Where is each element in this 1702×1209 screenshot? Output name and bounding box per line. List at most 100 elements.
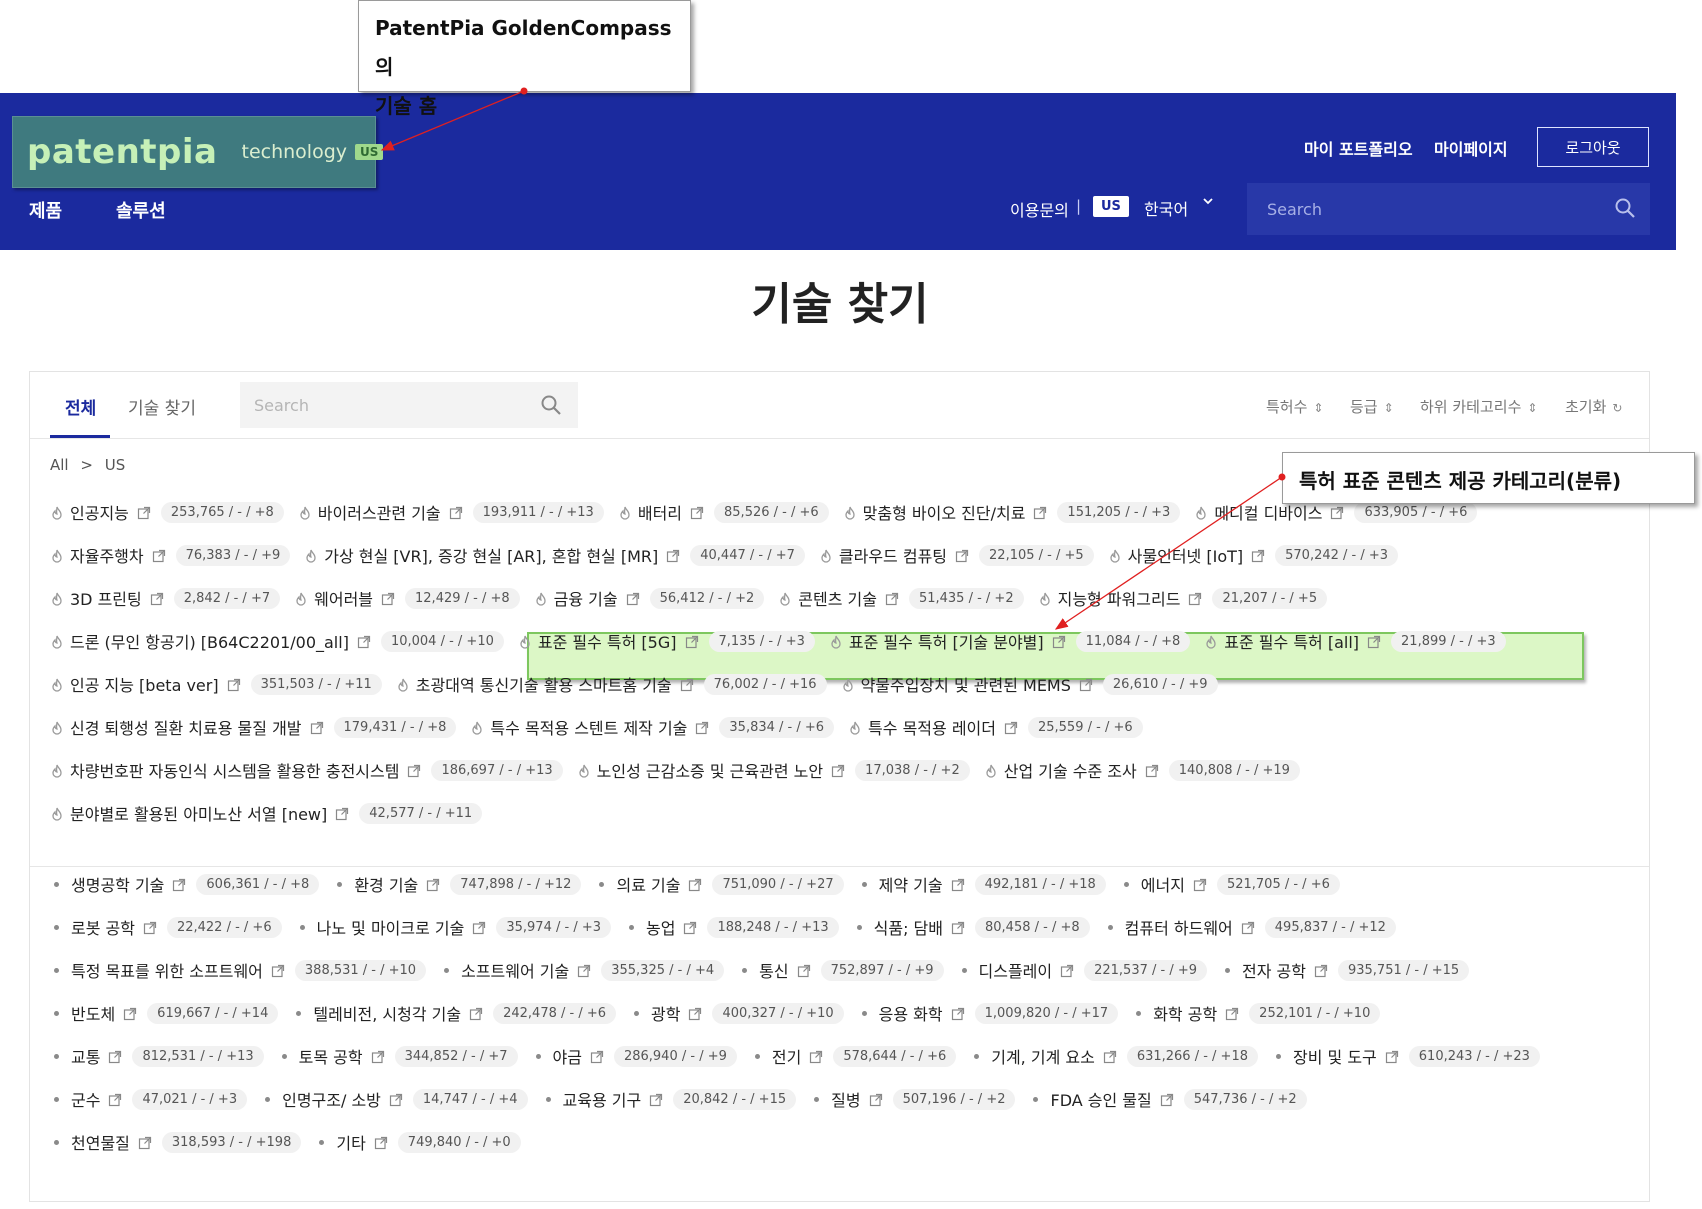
- external-link-icon[interactable]: [374, 1135, 388, 1150]
- external-link-icon[interactable]: [1330, 505, 1344, 520]
- external-link-icon[interactable]: [1385, 1049, 1399, 1064]
- category-item[interactable]: 기계, 기계 요소 631,266 / - / +18: [970, 1044, 1258, 1068]
- external-link-icon[interactable]: [143, 920, 157, 935]
- featured-item[interactable]: 표준 필수 특허 [기술 분야별] 11,084 / - / +8: [829, 629, 1191, 653]
- item-name[interactable]: 질병: [831, 1087, 860, 1111]
- item-name[interactable]: 컴퓨터 하드웨어: [1125, 915, 1233, 939]
- external-link-icon[interactable]: [472, 920, 486, 935]
- external-link-icon[interactable]: [137, 505, 151, 520]
- category-item[interactable]: 컴퓨터 하드웨어 495,837 / - / +12: [1104, 915, 1396, 939]
- item-name[interactable]: 장비 및 도구: [1293, 1044, 1377, 1068]
- featured-item[interactable]: 인공 지능 [beta ver] 351,503 / - / +11: [50, 672, 382, 696]
- external-link-icon[interactable]: [227, 677, 241, 692]
- external-link-icon[interactable]: [869, 1092, 883, 1107]
- sort-grade[interactable]: 등급 ⇕: [1350, 396, 1394, 417]
- item-name[interactable]: 표준 필수 특허 [all]: [1224, 629, 1359, 653]
- external-link-icon[interactable]: [809, 1049, 823, 1064]
- featured-item[interactable]: 특수 목적용 스텐트 제작 기술 35,834 / - / +6: [470, 715, 835, 739]
- external-link-icon[interactable]: [389, 1092, 403, 1107]
- item-name[interactable]: 차량번호판 자동인식 시스템을 활용한 충전시스템: [70, 758, 399, 782]
- search-icon[interactable]: [540, 394, 562, 420]
- featured-item[interactable]: 금융 기술 56,412 / - / +2: [534, 586, 765, 610]
- item-name[interactable]: 콘텐츠 기술: [798, 586, 877, 610]
- item-name[interactable]: 사물인터넷 [IoT]: [1128, 543, 1243, 567]
- item-name[interactable]: 광학: [651, 1001, 680, 1025]
- language-select[interactable]: 한국어: [1144, 196, 1188, 220]
- external-link-icon[interactable]: [680, 677, 694, 692]
- category-item[interactable]: 인명구조/ 소방 14,747 / - / +4: [261, 1087, 528, 1111]
- item-name[interactable]: 디스플레이: [979, 958, 1053, 982]
- item-name[interactable]: FDA 승인 물질: [1050, 1087, 1151, 1111]
- item-name[interactable]: 로봇 공학: [71, 915, 135, 939]
- item-name[interactable]: 웨어러블: [314, 586, 373, 610]
- my-page-link[interactable]: 마이페이지: [1434, 136, 1508, 160]
- item-name[interactable]: 인공 지능 [beta ver]: [70, 672, 219, 696]
- featured-item[interactable]: 웨어러블 12,429 / - / +8: [294, 586, 520, 610]
- external-link-icon[interactable]: [1004, 720, 1018, 735]
- chevron-down-icon[interactable]: [1202, 195, 1214, 210]
- category-item[interactable]: 생명공학 기술 606,361 / - / +8: [50, 872, 320, 896]
- featured-item[interactable]: 3D 프린팅 2,842 / - / +7: [50, 586, 281, 610]
- item-name[interactable]: 지능형 파워그리드: [1058, 586, 1181, 610]
- category-item[interactable]: 질병 507,196 / - / +2: [810, 1087, 1016, 1111]
- featured-item[interactable]: 표준 필수 특허 [all] 21,899 / - / +3: [1204, 629, 1506, 653]
- external-link-icon[interactable]: [150, 591, 164, 606]
- external-link-icon[interactable]: [1314, 963, 1328, 978]
- featured-item[interactable]: 인공지능 253,765 / - / +8: [50, 500, 284, 524]
- item-name[interactable]: 군수: [71, 1087, 100, 1111]
- category-item[interactable]: 전기 578,644 / - / +6: [751, 1044, 957, 1068]
- external-link-icon[interactable]: [690, 505, 704, 520]
- logout-button[interactable]: 로그아웃: [1537, 127, 1649, 167]
- external-link-icon[interactable]: [685, 634, 699, 649]
- external-link-icon[interactable]: [577, 963, 591, 978]
- sort-patent-count[interactable]: 특허수 ⇕: [1266, 396, 1323, 417]
- category-item[interactable]: FDA 승인 물질 547,736 / - / +2: [1029, 1087, 1307, 1111]
- external-link-icon[interactable]: [271, 963, 285, 978]
- panel-search[interactable]: [240, 382, 578, 428]
- category-item[interactable]: 광학 400,327 / - / +10: [630, 1001, 844, 1025]
- external-link-icon[interactable]: [1241, 920, 1255, 935]
- external-link-icon[interactable]: [666, 548, 680, 563]
- external-link-icon[interactable]: [1251, 548, 1265, 563]
- item-name[interactable]: 산업 기술 수준 조사: [1004, 758, 1137, 782]
- item-name[interactable]: 특수 목적용 레이더: [868, 715, 996, 739]
- external-link-icon[interactable]: [1225, 1006, 1239, 1021]
- external-link-icon[interactable]: [469, 1006, 483, 1021]
- item-name[interactable]: 인명구조/ 소방: [282, 1087, 381, 1111]
- external-link-icon[interactable]: [357, 634, 371, 649]
- item-name[interactable]: 표준 필수 특허 [5G]: [538, 629, 677, 653]
- featured-item[interactable]: 분야별로 활용된 아미노산 서열 [new] 42,577 / - / +11: [50, 801, 483, 825]
- external-link-icon[interactable]: [1033, 505, 1047, 520]
- contact-link[interactable]: 이용문의: [1010, 197, 1069, 221]
- external-link-icon[interactable]: [138, 1135, 152, 1150]
- featured-item[interactable]: 산업 기술 수준 조사 140,808 / - / +19: [984, 758, 1300, 782]
- category-item[interactable]: 디스플레이 221,537 / - / +9: [958, 958, 1208, 982]
- item-name[interactable]: 클라우드 컴퓨팅: [839, 543, 947, 567]
- external-link-icon[interactable]: [885, 591, 899, 606]
- category-item[interactable]: 에너지 521,705 / - / +6: [1120, 872, 1340, 896]
- breadcrumb-us[interactable]: US: [105, 456, 126, 474]
- featured-item[interactable]: 특수 목적용 레이더 25,559 / - / +6: [848, 715, 1143, 739]
- item-name[interactable]: 전기: [772, 1044, 801, 1068]
- item-name[interactable]: 천연물질: [71, 1130, 130, 1154]
- external-link-icon[interactable]: [797, 963, 811, 978]
- item-name[interactable]: 신경 퇴행성 질환 치료용 물질 개발: [70, 715, 302, 739]
- featured-item[interactable]: 지능형 파워그리드 21,207 / - / +5: [1038, 586, 1328, 610]
- category-item[interactable]: 야금 286,940 / - / +9: [532, 1044, 737, 1068]
- featured-item[interactable]: 바이러스관련 기술 193,911 / - / +13: [298, 500, 604, 524]
- item-name[interactable]: 분야별로 활용된 아미노산 서열 [new]: [70, 801, 327, 825]
- item-name[interactable]: 응용 화학: [879, 1001, 943, 1025]
- external-link-icon[interactable]: [1103, 1049, 1117, 1064]
- item-name[interactable]: 식품; 담배: [874, 915, 943, 939]
- item-name[interactable]: 가상 현실 [VR], 증강 현실 [AR], 혼합 현실 [MR]: [324, 543, 658, 567]
- tab-find-technology[interactable]: 기술 찾기: [128, 394, 196, 419]
- header-search-input[interactable]: [1267, 199, 1607, 219]
- category-item[interactable]: 기타 749,840 / - / +0: [315, 1130, 521, 1154]
- item-name[interactable]: 소프트웨어 기술: [461, 958, 569, 982]
- external-link-icon[interactable]: [449, 505, 463, 520]
- item-name[interactable]: 제약 기술: [879, 872, 943, 896]
- featured-item[interactable]: 콘텐츠 기술 51,435 / - / +2: [778, 586, 1024, 610]
- item-name[interactable]: 반도체: [71, 1001, 115, 1025]
- category-item[interactable]: 통신 752,897 / - / +9: [738, 958, 944, 982]
- item-name[interactable]: 토목 공학: [299, 1044, 363, 1068]
